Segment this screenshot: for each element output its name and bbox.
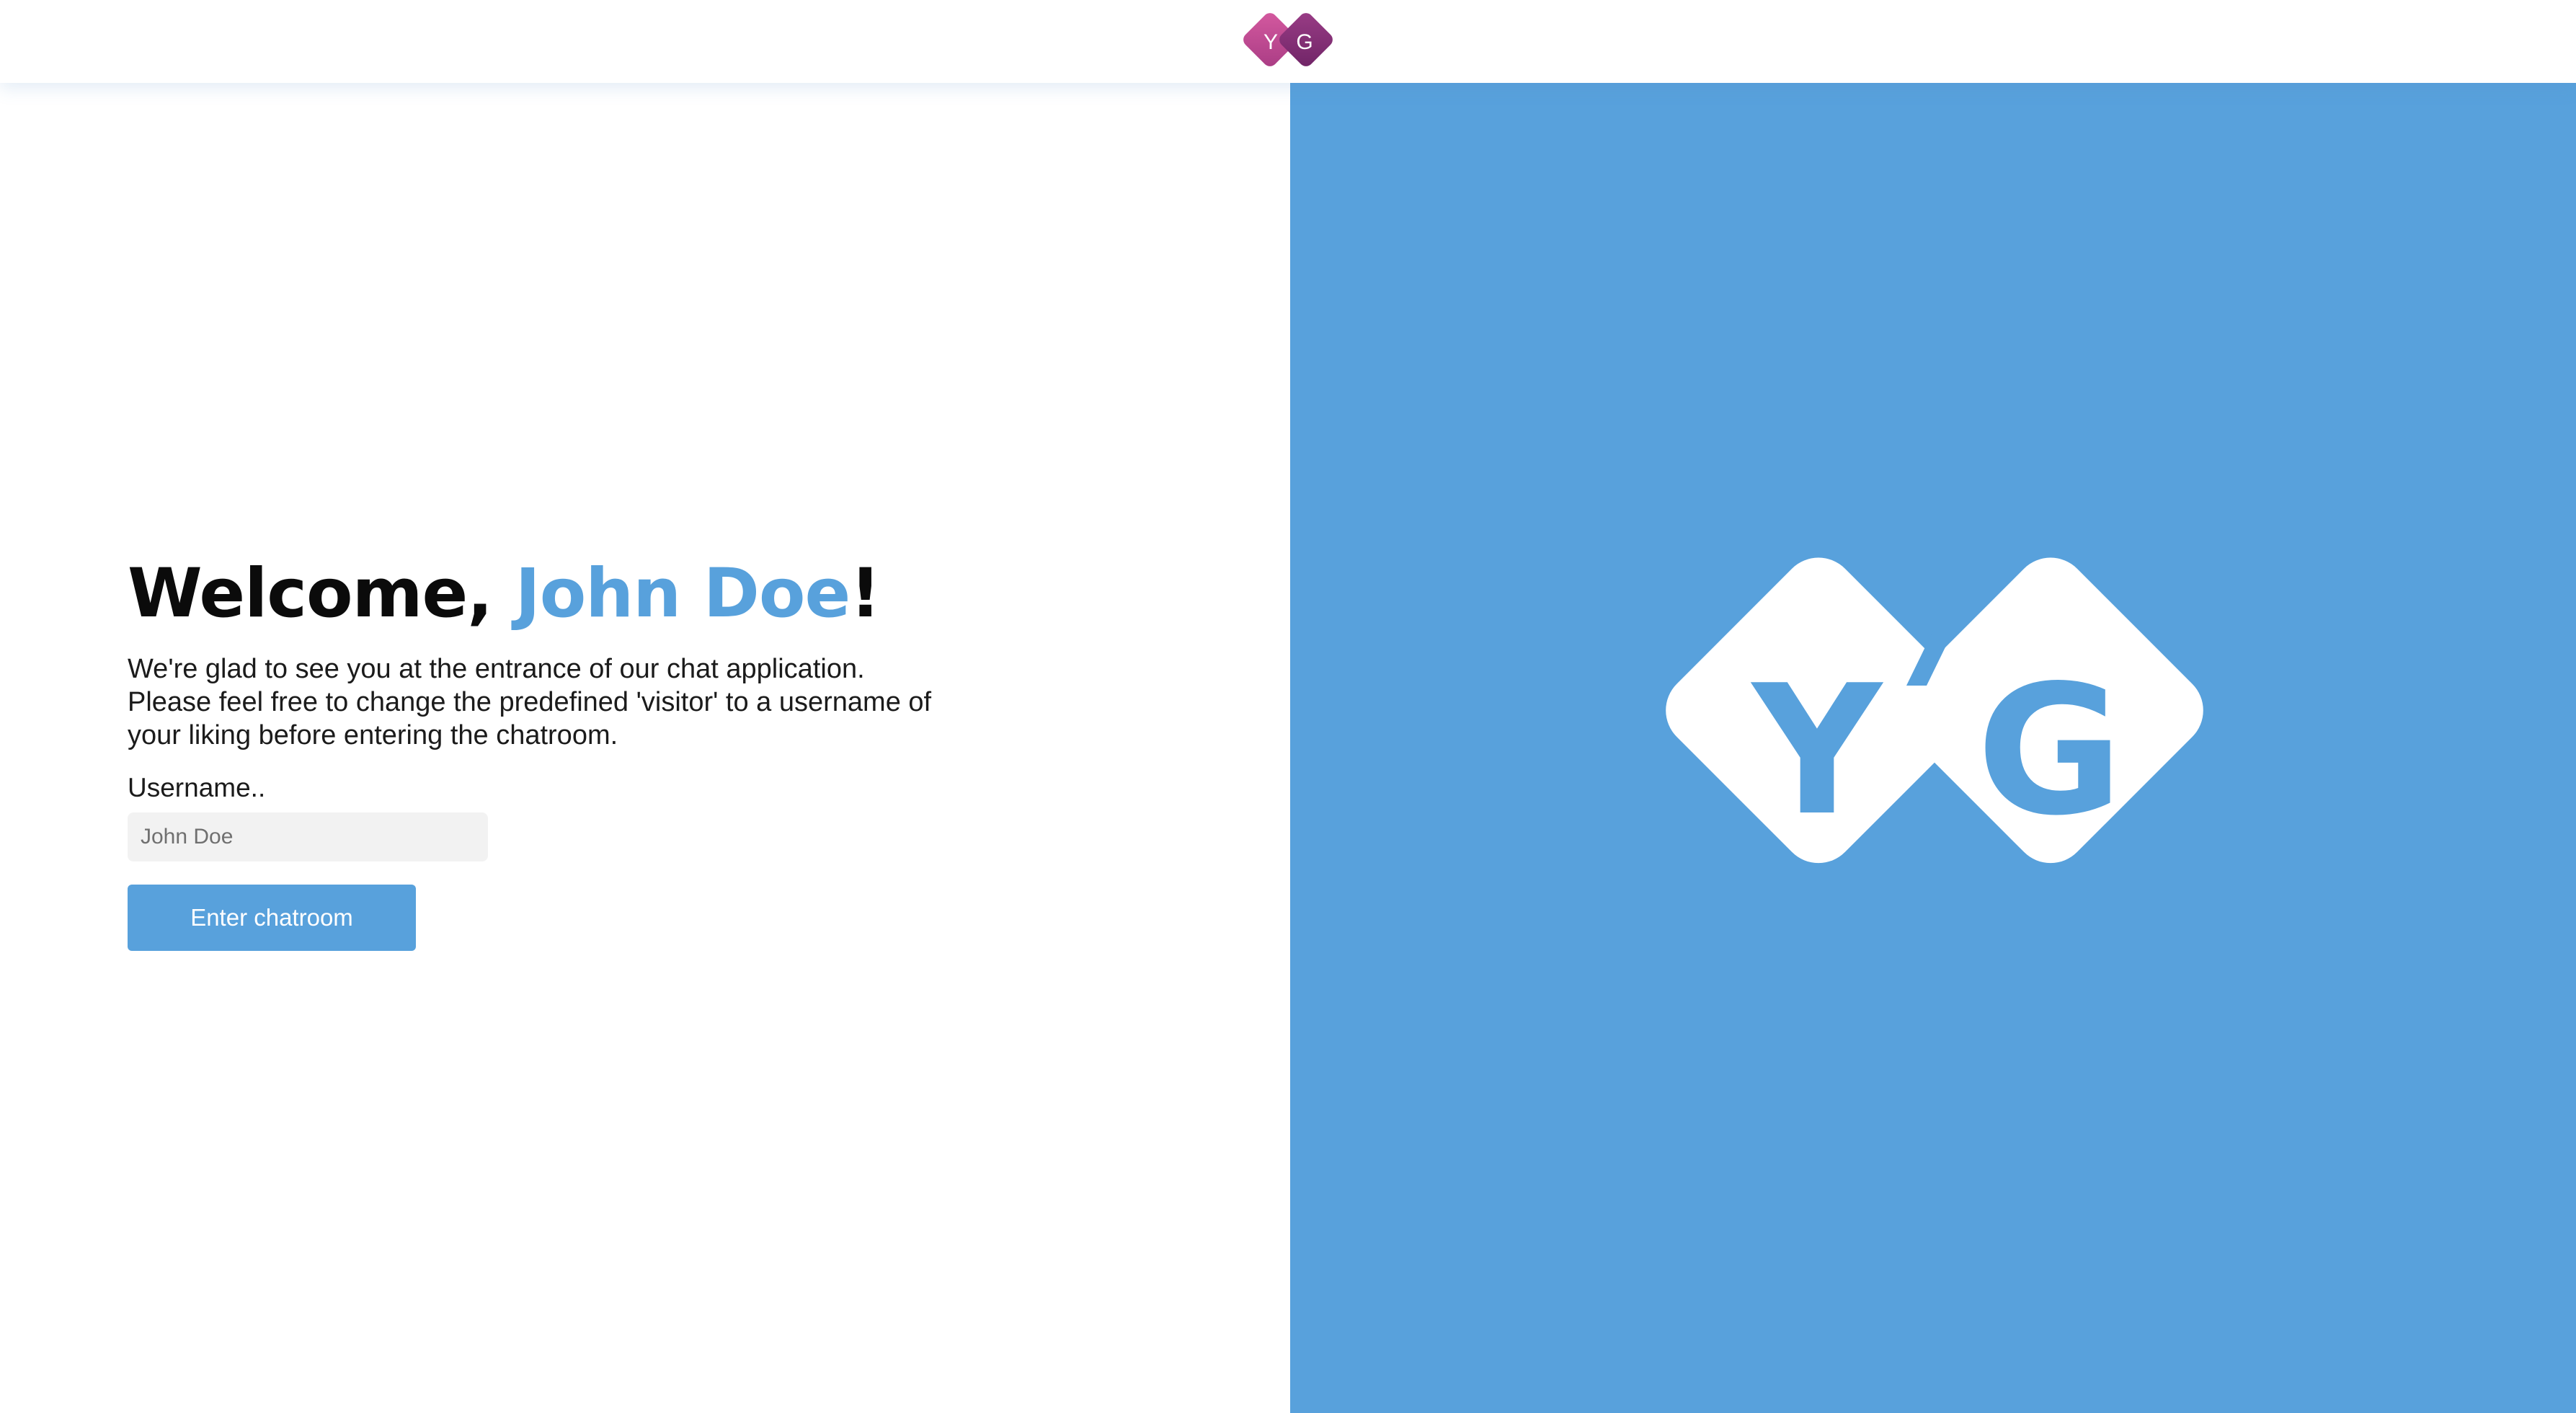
top-bar: Y G [0, 0, 2576, 83]
hero-panel: Y G [1290, 83, 2576, 1413]
intro-line: Please feel free to change the predefine… [128, 687, 932, 717]
welcome-content: Welcome, John Doe! We're glad to see you… [128, 552, 1029, 951]
welcome-suffix: ! [850, 554, 881, 633]
welcome-heading: Welcome, John Doe! [128, 552, 1029, 637]
page: Y G Welcome, John Doe! We're glad to see… [0, 0, 2576, 1413]
hero-letter-right: G [1976, 647, 2123, 855]
logo-letter-right: G [1296, 30, 1313, 54]
intro-line: We're glad to see you at the entrance of… [128, 654, 865, 684]
username-input[interactable] [128, 812, 488, 861]
yg-hero-logo-icon: Y G [1666, 557, 2203, 883]
yg-logo-icon[interactable]: Y G [1240, 7, 1336, 74]
intro-line: your liking before entering the chatroom… [128, 720, 618, 750]
welcome-prefix: Welcome, [128, 554, 515, 633]
username-label: Username.. [128, 773, 266, 802]
hero-letter-left: Y [1750, 647, 1883, 855]
logo-letter-left: Y [1263, 30, 1278, 54]
intro-text: We're glad to see you at the entrance of… [128, 652, 992, 752]
welcome-username: John Doe [515, 554, 850, 633]
enter-chatroom-button[interactable]: Enter chatroom [128, 885, 416, 951]
